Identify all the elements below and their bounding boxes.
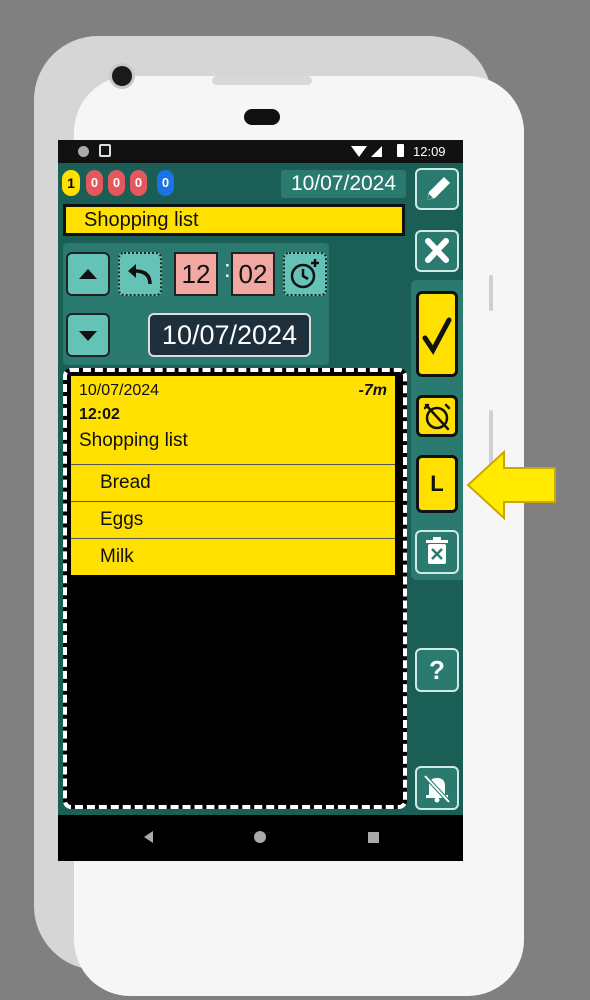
front-camera: [112, 66, 132, 86]
back-icon[interactable]: [144, 831, 153, 843]
pencil-icon: [427, 177, 450, 200]
power-button: [489, 275, 493, 311]
counter-badge-blue[interactable]: 0: [157, 170, 174, 196]
calendar-notification-icon: [99, 144, 111, 157]
mute-button[interactable]: [415, 766, 459, 810]
notification-dot-icon: [78, 146, 89, 157]
trash-icon: [426, 537, 448, 564]
hour-field[interactable]: 12: [174, 252, 218, 296]
counter-badge-red-3[interactable]: 0: [130, 170, 147, 196]
counter-badge-red-2[interactable]: 0: [108, 170, 125, 196]
wifi-icon: [351, 146, 367, 157]
status-clock: 12:09: [413, 144, 446, 159]
delete-button[interactable]: [415, 530, 459, 574]
list-item[interactable]: Milk: [71, 538, 395, 575]
alarm-off-button[interactable]: [416, 395, 458, 437]
counter-badge-yellow[interactable]: 1: [62, 170, 80, 196]
time-separator: :: [224, 256, 231, 283]
note-title: Shopping list: [79, 430, 188, 451]
undo-icon: [128, 264, 152, 285]
counter-badge-red-1[interactable]: 0: [86, 170, 103, 196]
add-time-button[interactable]: [283, 252, 327, 296]
arrow-up-icon: [79, 269, 97, 279]
help-button[interactable]: ?: [415, 648, 459, 692]
callout-arrow: [466, 449, 556, 521]
confirm-button[interactable]: [416, 291, 458, 377]
battery-icon: [397, 144, 404, 157]
undo-button[interactable]: [118, 252, 162, 296]
close-button[interactable]: [415, 230, 459, 272]
arrow-down-icon: [79, 331, 97, 341]
note-header: 10/07/2024 -7m 12:02 Shopping list: [71, 376, 395, 464]
note-preview[interactable]: 10/07/2024 -7m 12:02 Shopping list Bread…: [63, 368, 407, 809]
app-screen: 12:09 1 0 0 0 0 10/07/2024 Shopping list…: [58, 140, 463, 861]
check-icon: [422, 317, 452, 355]
earpiece-speaker: [212, 76, 312, 85]
note-relative-time: -7m: [358, 382, 387, 399]
note-date: 10/07/2024: [79, 382, 160, 399]
decrement-button[interactable]: [66, 313, 110, 357]
alarm-off-icon: [423, 403, 451, 431]
increment-button[interactable]: [66, 252, 110, 296]
home-icon[interactable]: [254, 831, 266, 843]
time-editor-panel: 12 : 02 10/07/2024: [63, 243, 329, 365]
note-title-field[interactable]: Shopping list: [63, 204, 405, 236]
recents-icon[interactable]: [368, 832, 379, 843]
edit-button[interactable]: [415, 168, 459, 210]
status-bar: 12:09: [58, 140, 463, 163]
close-icon: [425, 238, 449, 263]
list-item[interactable]: Eggs: [71, 501, 395, 538]
proximity-sensor: [244, 109, 280, 125]
signal-icon: [371, 146, 382, 157]
header-date: 10/07/2024: [281, 170, 406, 198]
minute-field[interactable]: 02: [231, 252, 275, 296]
list-mode-button[interactable]: L: [416, 455, 458, 513]
note-time: 12:02: [79, 406, 120, 423]
clock-plus-icon: [290, 259, 319, 289]
list-item[interactable]: Bread: [71, 464, 395, 501]
bell-off-icon: [423, 774, 451, 804]
system-nav-bar: [58, 815, 463, 861]
date-picker-button[interactable]: 10/07/2024: [148, 313, 311, 357]
